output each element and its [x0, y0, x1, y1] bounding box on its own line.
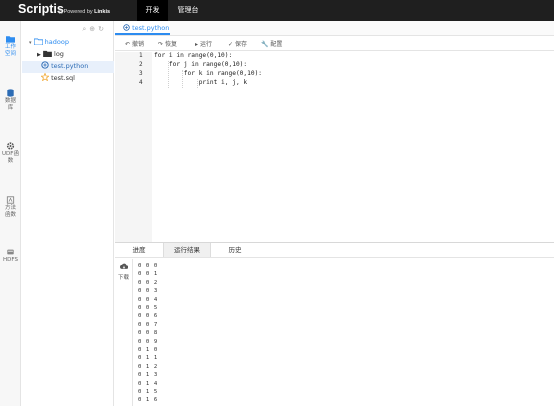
top-bar: Scriptis @Powered by Linkis 开发 管理台 [0, 0, 554, 21]
tree-tools: ⌕⊕↻ [82, 25, 107, 34]
sidebar-item-database[interactable]: 数据 库 [0, 89, 21, 112]
nav-tab-develop[interactable]: 开发 [137, 0, 168, 21]
left-sidebar: 工作 空间 数据 库 UDF函 数 方法 函数 HDFS [0, 21, 21, 406]
brand-subtitle: @Powered by Linkis [58, 9, 111, 15]
editor-toolbar: ↶ 撤销 ↷ 恢复 ▸ 运行 ✓ 保存 🔧 配置 [115, 37, 554, 51]
output-line: 0 1 3 [138, 372, 158, 379]
folder-icon [6, 36, 15, 43]
folder-icon [43, 50, 52, 57]
undo-button[interactable]: ↶ 撤销 [125, 39, 144, 48]
code-line[interactable]: for i in range(0,10): [154, 52, 232, 59]
output-line: 0 0 4 [138, 296, 158, 303]
output-line: 0 0 5 [138, 305, 158, 311]
python-file-icon [41, 61, 49, 69]
sidebar-item-udf[interactable]: UDF函 数 [0, 142, 21, 165]
check-icon: ✓ [228, 41, 234, 48]
output-line: 0 0 8 [138, 330, 158, 337]
brand-logo: Scriptis [18, 2, 64, 16]
sidebar-item-workspace[interactable]: 工作 空间 [0, 35, 21, 58]
save-button[interactable]: ✓ 保存 [228, 39, 247, 48]
tree-node-label: test.sql [51, 74, 75, 82]
results-sidebar: 下载 [115, 259, 133, 406]
tree-node-log[interactable]: ▶ log [37, 49, 64, 60]
folder-open-icon [33, 38, 43, 46]
redo-button[interactable]: ↷ 恢复 [158, 39, 177, 48]
hdfs-icon [7, 249, 14, 255]
editor-tab-strip [115, 21, 554, 36]
nav-tab-admin[interactable]: 管理台 [170, 0, 206, 21]
caret-down-icon: ▾ [29, 40, 32, 46]
undo-icon: ↶ [125, 41, 131, 48]
line-number: 2 [139, 61, 143, 68]
output-line: 0 1 2 [138, 363, 158, 370]
tab-test-python[interactable]: test.python [115, 21, 170, 35]
results-tabs: 进度 运行结果 历史 [115, 243, 554, 258]
output-line: 0 1 5 [138, 389, 158, 395]
redo-icon: ↷ [158, 41, 164, 48]
sidebar-item-label: 方法 函数 [4, 205, 16, 218]
results-panel: 进度 运行结果 历史 下载 0 0 0 0 0 10 0 2 0 0 30 0 4 0… [115, 242, 554, 406]
sidebar-item-label: HDFS [3, 257, 18, 263]
function-icon [6, 196, 15, 204]
tree-node-label: hadoop [44, 38, 69, 46]
play-icon: ▸ [195, 41, 199, 48]
run-button[interactable]: ▸ 运行 [195, 39, 212, 48]
line-number: 4 [139, 79, 143, 86]
wrench-icon: 🔧 [261, 41, 269, 48]
tree-node-label: log [54, 50, 64, 58]
output-line: 0 1 6 [138, 397, 158, 404]
sidebar-item-label: UDF函 数 [2, 151, 19, 164]
line-number: 3 [139, 70, 143, 77]
caret-right-icon: ▶ [37, 52, 41, 58]
code-line[interactable]: for k in range(0,10): [154, 70, 262, 77]
gear-icon [6, 142, 15, 150]
indent-guide [197, 79, 198, 88]
tab-history[interactable]: 历史 [211, 243, 259, 257]
editor-area: test.python ↶ 撤销 ↷ 恢复 ▸ 运行 ✓ 保存 🔧 配置 1 2… [115, 21, 554, 242]
sidebar-item-functions[interactable]: 方法 函数 [0, 196, 21, 219]
output-line: 0 0 3 [138, 288, 158, 295]
config-button[interactable]: 🔧 配置 [261, 39, 282, 48]
python-file-icon [123, 24, 130, 31]
tree-node-test-sql[interactable]: test.sql [40, 72, 75, 84]
sql-file-icon [40, 72, 50, 82]
line-number-gutter [115, 52, 152, 242]
line-number: 1 [139, 52, 143, 59]
output-line: 0 0 2 [138, 279, 158, 286]
tree-node-hadoop[interactable]: ▾ hadoop [29, 37, 69, 48]
output-line: 0 1 1 [138, 355, 158, 362]
database-icon [7, 89, 14, 97]
add-icon[interactable]: ⊕ [89, 25, 98, 33]
output-line: 0 0 9 [138, 338, 158, 345]
sidebar-item-hdfs[interactable]: HDFS [0, 248, 21, 264]
refresh-icon[interactable]: ↻ [98, 25, 107, 33]
output-line: 0 1 4 [138, 380, 158, 387]
sidebar-item-label: 工作 空间 [4, 44, 16, 57]
tab-progress[interactable]: 进度 [115, 243, 163, 257]
sidebar-item-label: 数据 库 [4, 98, 16, 111]
tab-run-results[interactable]: 运行结果 [163, 243, 211, 257]
download-label[interactable]: 下载 [118, 273, 129, 281]
indent-guide [182, 70, 183, 88]
tree-node-test-python[interactable]: test.python [41, 61, 88, 72]
output-line: 0 0 7 [138, 321, 158, 328]
indent-guide [168, 61, 169, 88]
output-line: 0 0 1 [138, 271, 158, 278]
output-line: 0 0 0 [138, 263, 158, 269]
tab-label: test.python [132, 24, 170, 32]
output-line: 0 1 0 [138, 347, 158, 353]
output-line: 0 0 6 [138, 313, 158, 320]
cloud-download-icon[interactable] [120, 263, 128, 270]
tree-node-label: test.python [51, 62, 89, 70]
